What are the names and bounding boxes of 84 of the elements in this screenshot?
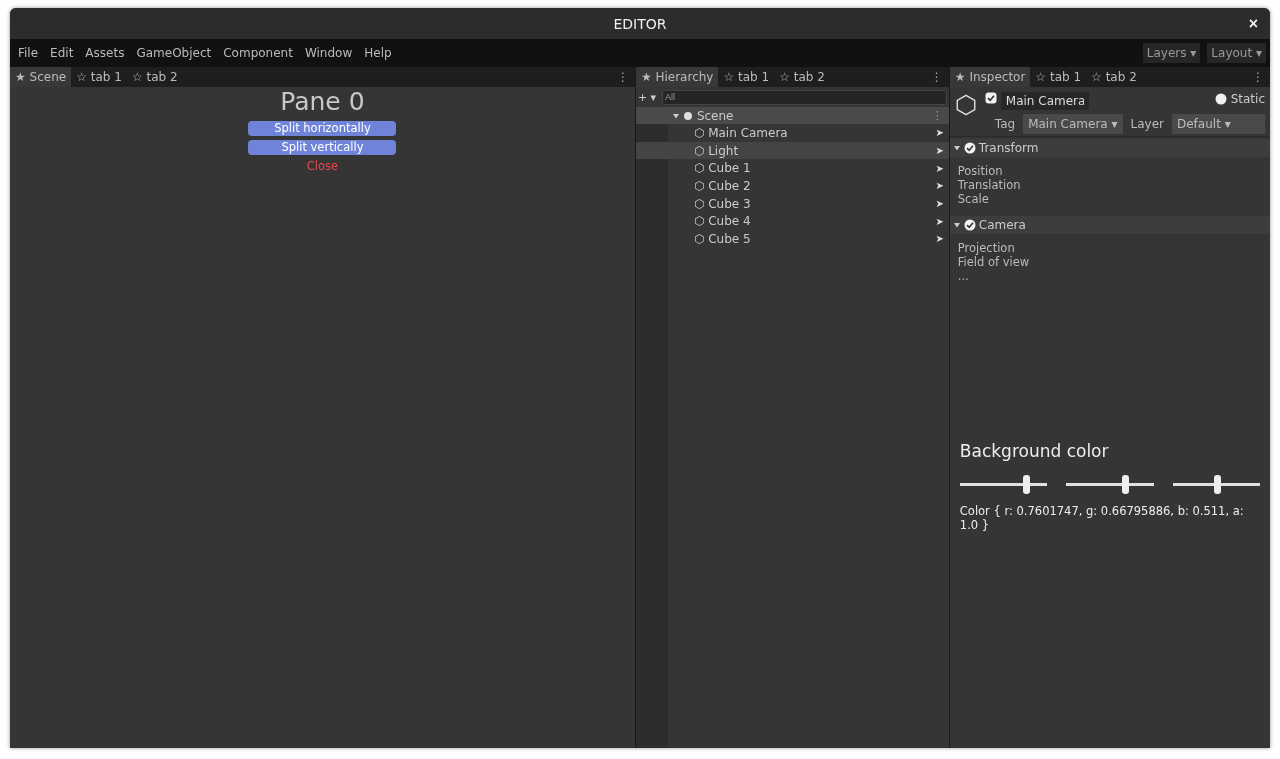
field-label: Projection (957, 241, 1016, 255)
menu-item[interactable]: Help (360, 46, 400, 60)
caret-icon[interactable] (952, 221, 961, 229)
split-button[interactable]: Split vertically (248, 140, 397, 155)
tree-label: ⬡ Cube 5 (693, 231, 751, 246)
field-label: Field of view (957, 255, 1031, 269)
field-label: Layer (1130, 117, 1164, 131)
window-title: EDITOR (613, 15, 667, 32)
tree-item[interactable]: ⬡ Cube 5 ➤ (667, 230, 949, 248)
tab[interactable]: ★ Scene (10, 67, 72, 87)
checkbox[interactable] (963, 219, 976, 231)
tree-label: ⬡ Cube 1 (693, 161, 751, 176)
tab[interactable]: ☆ tab 1 (71, 67, 127, 87)
tree-item[interactable]: ⬡ Cube 1 ➤ (667, 159, 949, 178)
tree-label: ⬡ Main Camera (693, 125, 788, 140)
more-button[interactable]: ⋮ (924, 70, 949, 84)
field-label: Scale (957, 192, 990, 206)
tree-label: ⬡ Cube 4 (693, 214, 751, 229)
more-button[interactable]: ⋮ (1246, 70, 1270, 84)
arrow-icon[interactable]: ➤ (935, 145, 949, 157)
component-name: Camera (978, 218, 1026, 232)
tab[interactable]: ☆ tab 2 (774, 67, 830, 87)
section-title: Background color (958, 441, 1110, 461)
caret-icon[interactable] (671, 111, 680, 120)
tag-dropdown[interactable]: Main Camera ▾ (1023, 114, 1123, 134)
arrow-icon[interactable]: ➤ (935, 233, 949, 245)
slider[interactable] (1066, 475, 1154, 494)
caret-icon[interactable] (952, 144, 961, 152)
tab[interactable]: ☆ tab 2 (126, 67, 183, 87)
search-field[interactable]: All (661, 89, 947, 105)
name-field[interactable]: Main Camera (1000, 92, 1089, 110)
slider-thumb[interactable] (1023, 475, 1031, 494)
tab[interactable]: ★ Inspector (949, 67, 1031, 87)
arrow-icon[interactable]: ➤ (935, 162, 949, 174)
more-button[interactable]: ⋮ (610, 70, 635, 84)
arrow-icon[interactable]: ➤ (935, 180, 949, 192)
checkbox[interactable] (984, 92, 997, 104)
slider-thumb[interactable] (1121, 475, 1129, 494)
tab[interactable]: ☆ tab 2 (1086, 67, 1142, 87)
tree-row[interactable]: Scene ⋮ (635, 107, 949, 124)
split-button[interactable]: Split horizontally (248, 121, 397, 136)
checkbox-label: Static (1230, 92, 1265, 106)
tree-label: ⬡ Cube 3 (693, 196, 751, 211)
menu-item[interactable]: Edit (46, 46, 82, 60)
tab[interactable]: ☆ tab 1 (1030, 67, 1087, 87)
dropdown-button[interactable]: Layers ▾ (1142, 43, 1201, 63)
tree-item[interactable]: ⬡ Cube 4 ➤ (667, 212, 949, 231)
checkbox[interactable] (1214, 93, 1227, 105)
component-header[interactable]: Transform (949, 139, 1270, 157)
slider[interactable] (959, 475, 1048, 494)
tree-item[interactable]: ⬡ Light ➤ (635, 141, 949, 160)
color-value: Color { r: 0.7601747, g: 0.66795886, b: 0.511, a: 1.0 } (958, 503, 1245, 532)
arrow-icon[interactable]: ➤ (935, 127, 949, 139)
menu-item[interactable]: GameObject (132, 46, 220, 60)
tree-item[interactable]: ⬡ Cube 2 ➤ (667, 177, 949, 195)
menu-item[interactable]: Assets (81, 46, 133, 60)
field-label: Translation (957, 178, 1022, 192)
dropdown-button[interactable]: Layout ▾ (1207, 43, 1266, 63)
tab[interactable]: ★ Hierarchy (635, 67, 719, 87)
field-label: Position (957, 164, 1004, 178)
menu-item[interactable]: File (14, 46, 47, 60)
field-label: Tag (994, 117, 1016, 131)
component-name: Transform (978, 141, 1039, 155)
menu-item[interactable]: Component (219, 46, 301, 60)
tree-item[interactable]: ⬡ Cube 3 ➤ (667, 194, 949, 213)
field-label: ... (957, 269, 970, 283)
tree-label: ⬡ Cube 2 (693, 178, 751, 193)
tree-label: Scene (696, 108, 734, 123)
scene-icon (683, 111, 692, 120)
checkbox[interactable] (963, 142, 976, 154)
tree-item[interactable]: ⬡ Main Camera ➤ (667, 124, 949, 142)
tree-label: ⬡ Light (693, 143, 739, 158)
component-header[interactable]: Camera (949, 216, 1270, 234)
slider[interactable] (1172, 475, 1260, 494)
close-button[interactable]: × (1248, 15, 1258, 33)
layer-dropdown[interactable]: Default ▾ (1172, 114, 1265, 134)
menu-item[interactable]: Window (300, 46, 361, 60)
slider-thumb[interactable] (1214, 475, 1222, 494)
pane-title: Pane 0 (280, 87, 365, 117)
add-button[interactable]: + ▾ (637, 90, 662, 104)
arrow-icon[interactable]: ➤ (935, 198, 949, 210)
hexagon-icon (954, 94, 977, 116)
arrow-icon[interactable]: ➤ (935, 215, 949, 227)
tab[interactable]: ☆ tab 1 (718, 67, 775, 87)
